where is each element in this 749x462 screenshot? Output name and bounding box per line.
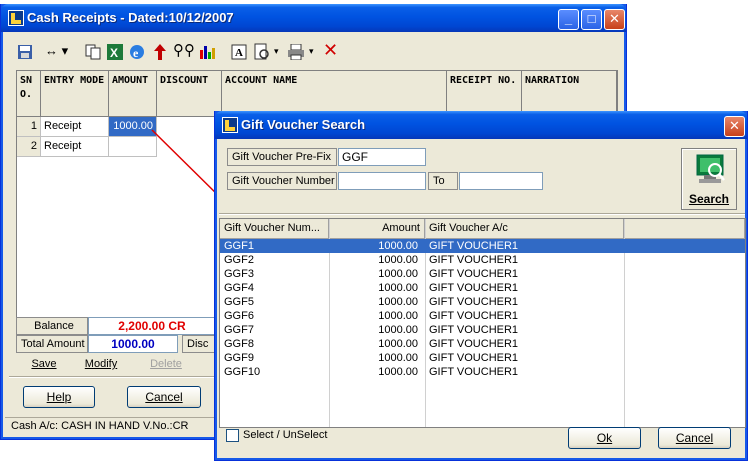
dialog-app-icon (222, 117, 238, 133)
select-checkbox[interactable] (226, 429, 239, 442)
col-header-blank (624, 219, 745, 239)
select-unselect-label: Select / UnSelect (243, 429, 328, 441)
prefix-label: Gift Voucher Pre-Fix (227, 148, 337, 166)
prefix-input[interactable]: GGF (338, 148, 426, 166)
voucher-account: GIFT VOUCHER1 (429, 338, 519, 350)
voucher-amount: 1000.00 (378, 296, 418, 308)
voucher-row[interactable]: GGF5 1000.00 GIFT VOUCHER1 (220, 295, 745, 309)
col-header-voucher-num[interactable]: Gift Voucher Num... (220, 219, 329, 239)
voucher-account: GIFT VOUCHER1 (429, 324, 519, 336)
voucher-num: GGF4 (224, 282, 254, 294)
voucher-num: GGF5 (224, 296, 254, 308)
voucher-amount: 1000.00 (378, 268, 418, 280)
dialog-close-icon[interactable]: ✕ (724, 116, 745, 137)
voucher-num: GGF9 (224, 352, 254, 364)
gift-voucher-titlebar[interactable]: Gift Voucher Search ✕ (215, 111, 747, 139)
voucher-account: GIFT VOUCHER1 (429, 310, 519, 322)
voucher-row[interactable]: GGF4 1000.00 GIFT VOUCHER1 (220, 281, 745, 295)
voucher-grid: Gift Voucher Num... Amount Gift Voucher … (219, 218, 746, 428)
search-label: Search (688, 192, 730, 206)
search-button[interactable]: Search (681, 148, 737, 210)
number-from-input[interactable] (338, 172, 426, 190)
voucher-row[interactable]: GGF1 1000.00 GIFT VOUCHER1 (220, 239, 745, 253)
voucher-row[interactable]: GGF6 1000.00 GIFT VOUCHER1 (220, 309, 745, 323)
voucher-account: GIFT VOUCHER1 (429, 352, 519, 364)
voucher-account: GIFT VOUCHER1 (429, 366, 519, 378)
col-header-voucher-account[interactable]: Gift Voucher A/c (425, 219, 624, 239)
voucher-row[interactable]: GGF2 1000.00 GIFT VOUCHER1 (220, 253, 745, 267)
col-header-amount[interactable]: Amount (329, 219, 425, 239)
voucher-num: GGF10 (224, 366, 261, 378)
voucher-account: GIFT VOUCHER1 (429, 268, 519, 280)
voucher-account: GIFT VOUCHER1 (429, 282, 519, 294)
voucher-amount: 1000.00 (378, 282, 418, 294)
voucher-row[interactable]: GGF10 1000.00 GIFT VOUCHER1 (220, 365, 745, 379)
to-label: To (428, 172, 458, 190)
voucher-amount: 1000.00 (378, 324, 418, 336)
number-to-input[interactable] (459, 172, 543, 190)
dialog-cancel-button[interactable]: Cancel (658, 427, 731, 449)
voucher-amount: 1000.00 (378, 310, 418, 322)
voucher-amount: 1000.00 (378, 352, 418, 364)
voucher-amount: 1000.00 (378, 338, 418, 350)
voucher-num: GGF6 (224, 310, 254, 322)
voucher-num: GGF3 (224, 268, 254, 280)
voucher-account: GIFT VOUCHER1 (429, 254, 519, 266)
dialog-title: Gift Voucher Search (241, 117, 366, 132)
voucher-row[interactable]: GGF9 1000.00 GIFT VOUCHER1 (220, 351, 745, 365)
voucher-row[interactable]: GGF8 1000.00 GIFT VOUCHER1 (220, 337, 745, 351)
voucher-account: GIFT VOUCHER1 (429, 240, 519, 252)
voucher-num: GGF8 (224, 338, 254, 350)
voucher-amount: 1000.00 (378, 254, 418, 266)
number-label: Gift Voucher Number (227, 172, 337, 190)
voucher-account: GIFT VOUCHER1 (429, 296, 519, 308)
voucher-amount: 1000.00 (378, 240, 418, 252)
gift-voucher-dialog: Gift Voucher Search ✕ Gift Voucher Pre-F… (214, 111, 748, 461)
voucher-num: GGF1 (224, 240, 254, 252)
search-computer-icon (696, 154, 725, 183)
voucher-amount: 1000.00 (378, 366, 418, 378)
voucher-num: GGF2 (224, 254, 254, 266)
voucher-num: GGF7 (224, 324, 254, 336)
dialog-divider (219, 213, 745, 215)
voucher-row[interactable]: GGF3 1000.00 GIFT VOUCHER1 (220, 267, 745, 281)
ok-button[interactable]: Ok (568, 427, 641, 449)
voucher-row[interactable]: GGF7 1000.00 GIFT VOUCHER1 (220, 323, 745, 337)
